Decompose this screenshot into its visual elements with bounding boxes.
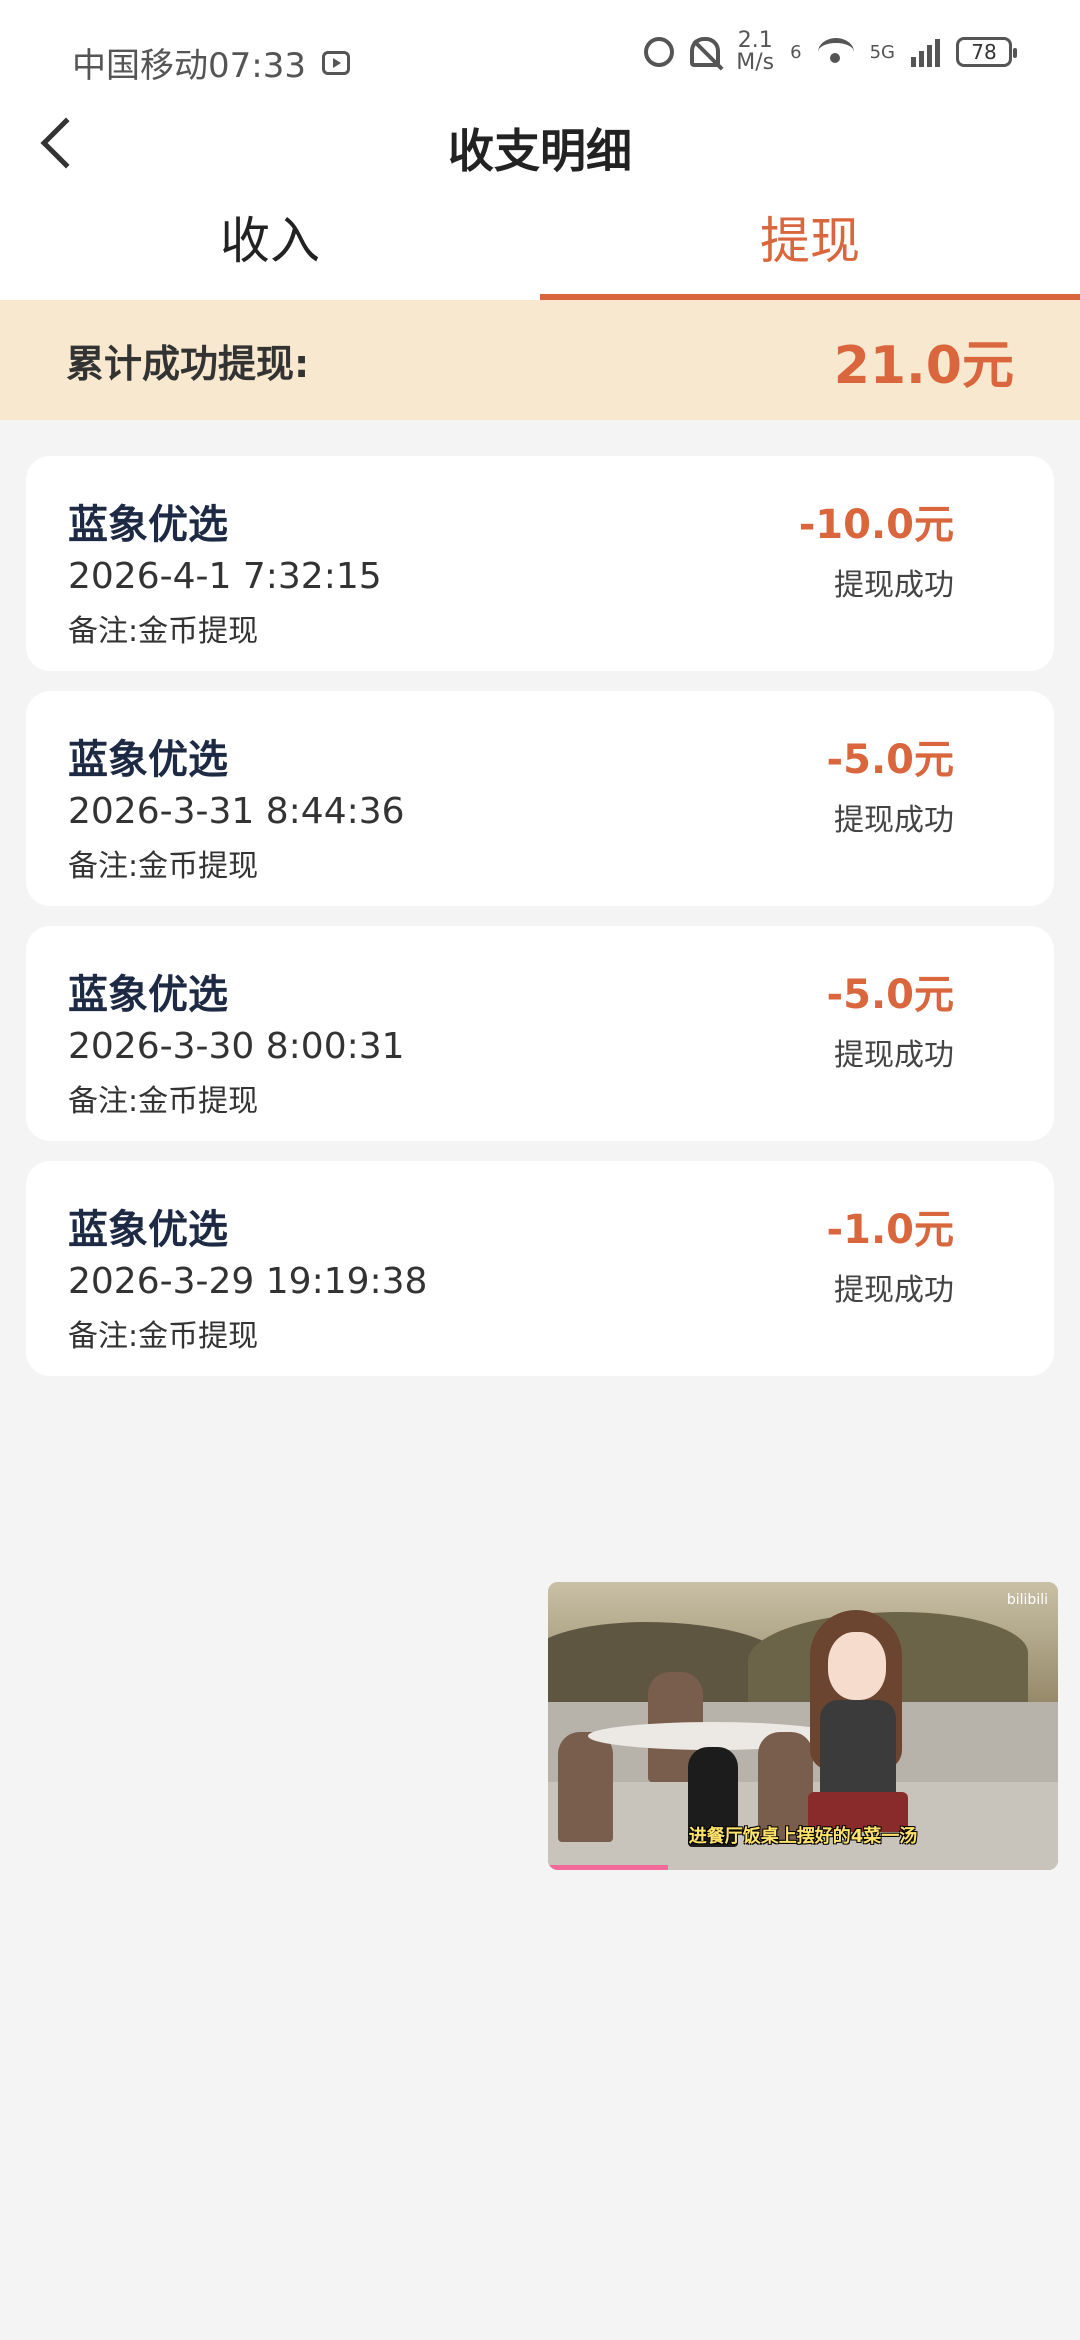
withdraw-summary: 累计成功提现: 21.0元: [0, 300, 1080, 420]
record-note: 备注:金币提现: [68, 1319, 259, 1354]
status-left: 中国移动07:33: [72, 38, 350, 87]
record-time: 2026-4-1 7:32:15: [68, 556, 382, 597]
page-title: 收支明细: [448, 124, 632, 178]
tv-icon: [321, 50, 350, 75]
record-card[interactable]: 蓝象优选 2026-3-30 8:00:31 备注:金币提现 -5.0元 提现成…: [26, 926, 1054, 1141]
signal-icon: [911, 37, 940, 67]
record-amount: -5.0元: [826, 972, 954, 1018]
carrier-time: 中国移动07:33: [72, 46, 306, 86]
record-status: 提现成功: [834, 1038, 954, 1073]
record-time: 2026-3-31 8:44:36: [68, 791, 405, 832]
tab-withdraw[interactable]: 提现: [540, 200, 1080, 300]
record-status: 提现成功: [834, 803, 954, 838]
battery-icon: 78: [956, 37, 1017, 67]
record-status: 提现成功: [834, 1273, 954, 1308]
summary-label: 累计成功提现:: [66, 341, 310, 386]
record-amount: -1.0元: [826, 1207, 954, 1253]
record-note: 备注:金币提现: [68, 1084, 259, 1119]
record-amount: -5.0元: [826, 737, 954, 783]
bilibili-logo: bilibili: [1006, 1592, 1048, 1608]
summary-amount: 21.0元: [833, 335, 1014, 396]
header: 收支明细: [0, 95, 1080, 200]
wifi-icon: [817, 38, 854, 66]
video-character-face: [828, 1632, 886, 1700]
record-time: 2026-3-29 19:19:38: [68, 1261, 428, 1302]
record-note: 备注:金币提现: [68, 614, 259, 649]
record-name: 蓝象优选: [68, 502, 228, 548]
network-label-a: 6: [790, 41, 802, 63]
record-card[interactable]: 蓝象优选 2026-3-29 19:19:38 备注:金币提现 -1.0元 提现…: [26, 1161, 1054, 1376]
alarm-icon: [644, 37, 675, 67]
record-card[interactable]: 蓝象优选 2026-3-31 8:44:36 备注:金币提现 -5.0元 提现成…: [26, 691, 1054, 906]
network-speed: 2.1 M/s: [736, 30, 774, 74]
record-list: 蓝象优选 2026-4-1 7:32:15 备注:金币提现 -10.0元 提现成…: [26, 456, 1054, 1396]
record-name: 蓝象优选: [68, 737, 228, 783]
status-right: 2.1 M/s 6 5G 78: [644, 30, 1017, 74]
record-name: 蓝象优选: [68, 1207, 228, 1253]
speed-unit: M/s: [736, 50, 775, 75]
record-card[interactable]: 蓝象优选 2026-4-1 7:32:15 备注:金币提现 -10.0元 提现成…: [26, 456, 1054, 671]
mute-bell-icon: [690, 37, 721, 67]
record-name: 蓝象优选: [68, 972, 228, 1018]
tab-income[interactable]: 收入: [0, 200, 540, 300]
video-caption: 进餐厅饭桌上摆好的4菜一汤: [688, 1826, 918, 1847]
status-bar: 中国移动07:33 2.1 M/s 6 5G 78: [0, 0, 1080, 95]
tab-bar: 收入 提现: [0, 200, 1080, 300]
video-progress-bar: [548, 1865, 668, 1870]
floating-video-player[interactable]: bilibili 进餐厅饭桌上摆好的4菜一汤: [548, 1582, 1058, 1870]
record-time: 2026-3-30 8:00:31: [68, 1026, 405, 1067]
record-note: 备注:金币提现: [68, 849, 259, 884]
network-label-b: 5G: [869, 41, 895, 63]
record-status: 提现成功: [834, 568, 954, 603]
record-amount: -10.0元: [798, 502, 954, 548]
